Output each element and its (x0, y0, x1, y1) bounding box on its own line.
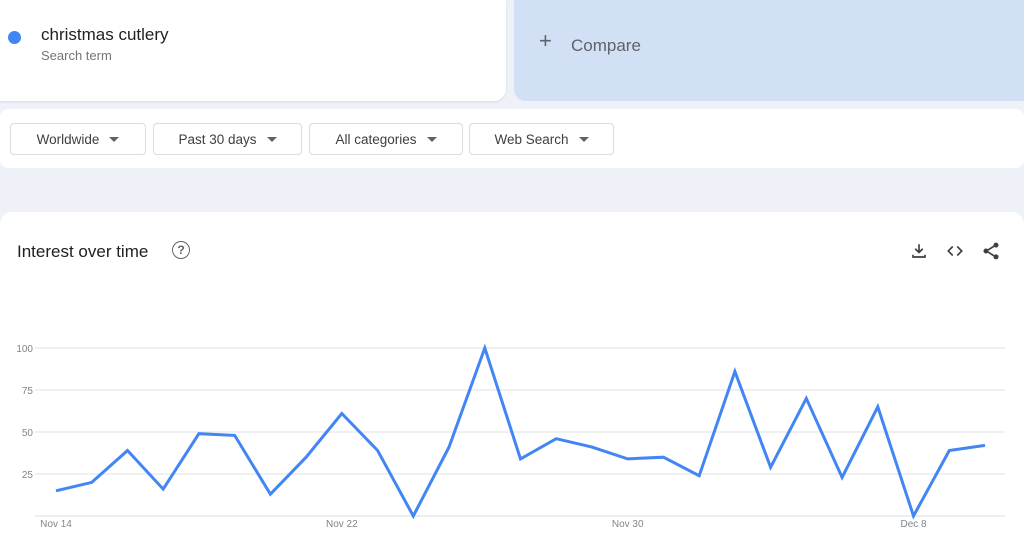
data-point[interactable] (50, 485, 62, 497)
data-point[interactable] (86, 476, 98, 488)
data-point[interactable] (872, 401, 884, 413)
data-point[interactable] (336, 408, 348, 420)
interest-line-chart: 100755025 Nov 14 Nov 22 Nov 30 Dec 8 (16, 342, 1005, 530)
data-point[interactable] (979, 439, 991, 451)
data-point[interactable] (657, 451, 669, 463)
data-point[interactable] (372, 444, 384, 456)
y-tick-label: 100 (16, 344, 33, 355)
data-point[interactable] (443, 441, 455, 453)
data-point[interactable] (157, 483, 169, 495)
data-point[interactable] (693, 470, 705, 482)
data-point[interactable] (800, 392, 812, 404)
data-point[interactable] (193, 428, 205, 440)
data-point[interactable] (908, 510, 920, 522)
x-tick-label: Nov 14 (40, 519, 72, 530)
data-point[interactable] (943, 444, 955, 456)
data-point[interactable] (729, 366, 741, 378)
y-tick-label: 75 (22, 386, 34, 397)
y-tick-label: 50 (22, 428, 34, 439)
data-point[interactable] (550, 433, 562, 445)
data-point[interactable] (515, 453, 527, 465)
data-point[interactable] (479, 342, 491, 354)
x-tick-label: Nov 22 (326, 519, 358, 530)
data-point[interactable] (121, 444, 133, 456)
data-point[interactable] (264, 488, 276, 500)
data-point[interactable] (586, 441, 598, 453)
data-point[interactable] (407, 510, 419, 522)
data-point[interactable] (622, 453, 634, 465)
data-point[interactable] (229, 429, 241, 441)
data-point[interactable] (300, 451, 312, 463)
data-point[interactable] (765, 461, 777, 473)
y-tick-label: 25 (22, 470, 34, 481)
x-tick-label: Nov 30 (612, 519, 644, 530)
data-point[interactable] (836, 471, 848, 483)
